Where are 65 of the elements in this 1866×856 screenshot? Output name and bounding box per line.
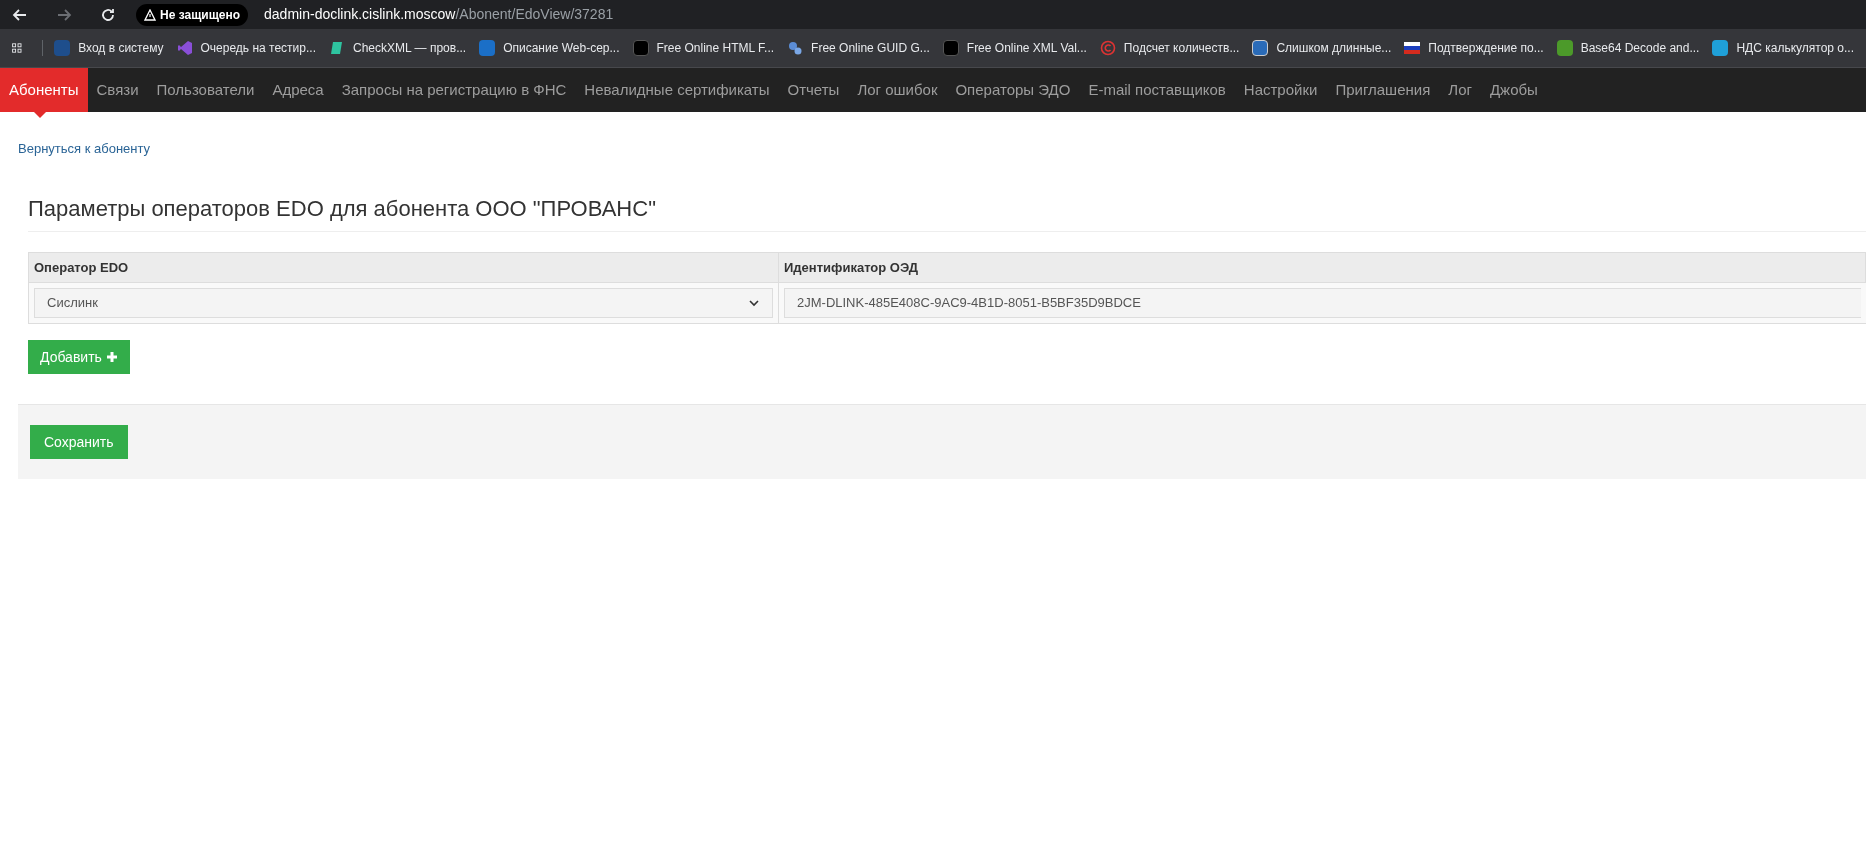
- column-header: Идентификатор ОЭД: [778, 252, 1866, 283]
- column-header: Оператор EDO: [28, 252, 779, 283]
- bookmark-item[interactable]: Слишком длинные...: [1252, 39, 1392, 57]
- bookmark-label: Base64 Decode and...: [1580, 40, 1700, 57]
- nav-tab[interactable]: Джобы: [1480, 68, 1547, 112]
- bookmark-label: Вход в систему: [78, 40, 164, 57]
- bookmark-label: Подсчет количеств...: [1123, 40, 1240, 57]
- bookmark-item[interactable]: Подтверждение по...: [1404, 39, 1544, 57]
- bookmark-label: Подтверждение по...: [1428, 40, 1544, 57]
- warning-icon: [144, 8, 156, 21]
- address-field[interactable]: dadmin-doclink.cislink.moscow/Abonent/EdoView/37281: [264, 4, 614, 25]
- bookmark-label: Слишком длинные...: [1276, 40, 1392, 57]
- plus-icon: [105, 351, 118, 363]
- nav-tab[interactable]: Пользователи: [147, 68, 264, 112]
- bookmark-label: Очередь на тестир...: [200, 40, 316, 57]
- bookmark-item[interactable]: Вход в систему: [54, 39, 164, 57]
- bookmark-label: НДС калькулятор о...: [1736, 40, 1854, 57]
- nav-tab[interactable]: Операторы ЭДО: [946, 68, 1080, 112]
- bookmark-label: Free Online GUID G...: [811, 40, 930, 57]
- back-link[interactable]: Вернуться к абоненту: [18, 141, 151, 156]
- bookmark-item[interactable]: Free Online GUID G...: [787, 39, 930, 57]
- bookmark-favicon-icon: [942, 40, 959, 56]
- identifier-field[interactable]: 2JM-DLINK-485E408C-9AC9-4B1D-8051-B5BF35D9BDCE: [784, 288, 1861, 318]
- nav-tab[interactable]: Настройки: [1234, 68, 1327, 112]
- nav-tab[interactable]: Приглашения: [1326, 68, 1440, 112]
- bookmark-item[interactable]: Очередь на тестир...: [176, 39, 316, 57]
- bookmark-label: Описание Web-сер...: [503, 40, 620, 57]
- nav-tab[interactable]: Лог ошибок: [848, 68, 947, 112]
- bookmark-item[interactable]: Free Online HTML F...: [632, 39, 775, 57]
- nav-tab[interactable]: Адреса: [263, 68, 333, 112]
- bookmark-label: CheckXML — пров...: [353, 40, 467, 57]
- nav-tab[interactable]: Лог: [1439, 68, 1481, 112]
- bookmark-item[interactable]: Описание Web-сер...: [479, 39, 620, 57]
- chevron-down-icon: [748, 297, 760, 309]
- bookmark-label: Free Online HTML F...: [656, 40, 775, 57]
- bookmark-favicon-icon: [176, 40, 193, 56]
- bookmark-item[interactable]: Free Online XML Val...: [942, 39, 1087, 57]
- bookmark-item[interactable]: CheckXML — пров...: [329, 39, 467, 57]
- flag-icon: [1404, 42, 1421, 54]
- bookmark-item[interactable]: Base64 Decode and...: [1556, 39, 1700, 57]
- security-chip[interactable]: Не защищено: [136, 3, 249, 26]
- bookmark-item[interactable]: НДС калькулятор о...: [1712, 39, 1854, 57]
- page-heading: Параметры операторов EDO для абонента ООО "ПРОВАНС": [28, 192, 1866, 232]
- percent-icon: [1712, 40, 1729, 56]
- bookmark-item[interactable]: Подсчет количеств...: [1099, 39, 1240, 57]
- bookmark-favicon-icon: [1252, 40, 1269, 56]
- back-icon[interactable]: [12, 6, 28, 23]
- bookmark-favicon-icon: [54, 40, 71, 56]
- bookmark-favicon-icon: [329, 40, 345, 56]
- nav-tab[interactable]: Запросы на регистрацию в ФНС: [332, 68, 576, 112]
- reload-icon[interactable]: [100, 6, 116, 23]
- nav-tab[interactable]: Отчеты: [778, 68, 849, 112]
- nav-tab[interactable]: E-mail поставщиков: [1079, 68, 1235, 112]
- apps-grid-icon[interactable]: [12, 40, 22, 56]
- nav-tab[interactable]: Невалидные сертификаты: [575, 68, 779, 112]
- operator-select[interactable]: Сислинк: [34, 288, 773, 318]
- bookmark-favicon-icon: [479, 40, 496, 56]
- copyright-icon: [1099, 40, 1116, 56]
- bookmark-favicon-icon: [1556, 40, 1573, 56]
- bookmark-label: Free Online XML Val...: [966, 40, 1087, 57]
- gears-icon: [787, 40, 804, 56]
- bookmark-favicon-icon: [632, 40, 649, 56]
- tab-pointer-icon: [34, 112, 46, 118]
- forward-icon[interactable]: [56, 6, 72, 23]
- nav-tab[interactable]: Связи: [87, 68, 148, 112]
